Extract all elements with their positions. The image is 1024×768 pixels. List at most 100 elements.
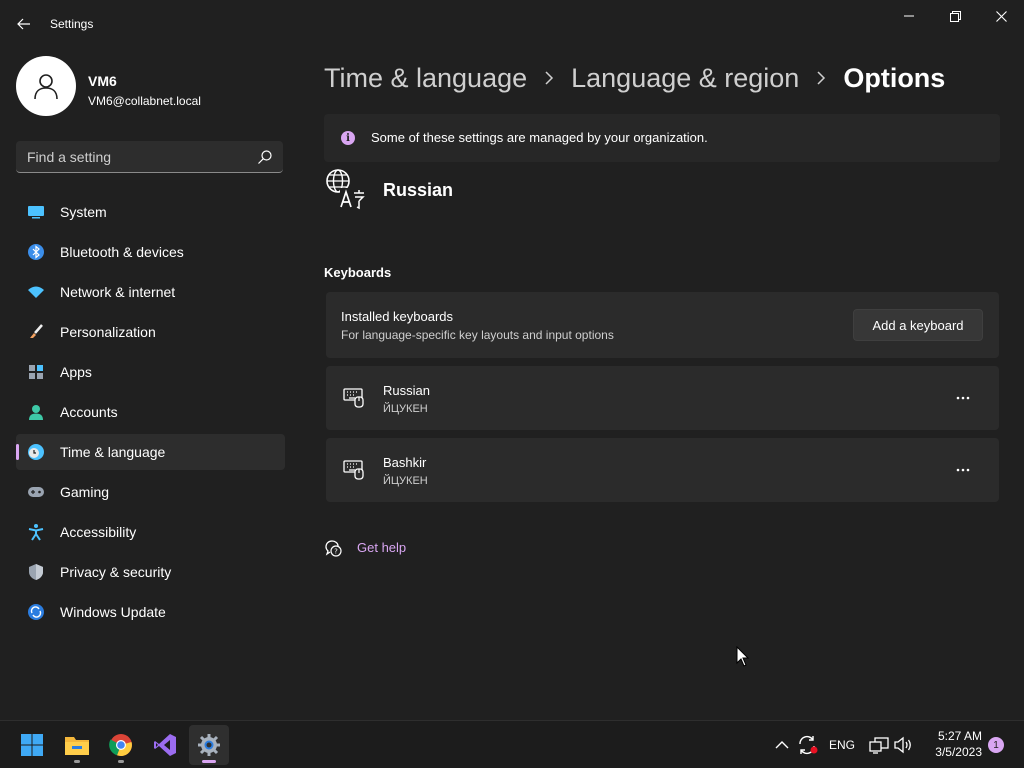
info-text: Some of these settings are managed by yo… (371, 130, 708, 145)
sidebar-item-label: Time & language (60, 444, 166, 460)
back-arrow-icon (17, 18, 30, 30)
volume-icon[interactable] (893, 736, 913, 754)
restore-button[interactable] (932, 0, 978, 32)
brush-icon (27, 324, 45, 340)
more-icon (956, 468, 970, 472)
keyboard-icon (343, 460, 364, 480)
taskbar-clock[interactable]: 5:27 AM 3/5/2023 (920, 729, 982, 759)
running-indicator (74, 760, 80, 763)
main-content: Time & language Language & region Option… (324, 48, 1000, 720)
sidebar-item-system[interactable]: System (16, 194, 285, 230)
search-input[interactable] (16, 141, 251, 172)
chevron-up-icon[interactable] (773, 737, 791, 753)
info-icon: i (341, 131, 355, 145)
chrome-icon (109, 734, 132, 757)
sync-icon[interactable] (797, 735, 819, 755)
installed-keyboards-title: Installed keyboards (341, 309, 454, 324)
title-bar: Settings (0, 0, 1024, 48)
user-name: VM6 (88, 73, 117, 89)
chevron-right-icon (799, 71, 843, 85)
search-box (16, 141, 283, 173)
breadcrumb-language-region[interactable]: Language & region (571, 63, 799, 94)
notification-badge[interactable]: 1 (988, 737, 1004, 753)
installed-keyboards-subtitle: For language-specific key layouts and in… (341, 328, 614, 342)
sidebar-item-accessibility[interactable]: Accessibility (16, 514, 285, 550)
language-icon (326, 169, 365, 210)
keyboard-name: Bashkir (383, 455, 427, 470)
sidebar-item-privacy[interactable]: Privacy & security (16, 554, 285, 590)
language-header: Russian (324, 166, 724, 214)
sidebar-item-gaming[interactable]: Gaming (16, 474, 285, 510)
get-help-link[interactable]: Get help (357, 540, 406, 555)
taskbar-file-explorer[interactable] (57, 725, 97, 765)
sidebar-item-label: Accounts (60, 404, 118, 420)
wifi-icon (27, 284, 45, 300)
update-icon (27, 604, 45, 620)
close-button[interactable] (978, 0, 1024, 32)
installed-keyboards-card: Installed keyboards For language-specifi… (326, 292, 999, 358)
page-title: Options (843, 62, 946, 93)
add-keyboard-button[interactable]: Add a keyboard (853, 309, 983, 341)
more-options-button[interactable] (947, 458, 979, 482)
start-button[interactable] (12, 725, 52, 765)
taskbar-visual-studio[interactable] (145, 725, 185, 765)
chevron-right-icon (527, 71, 571, 85)
sidebar-item-label: System (60, 204, 107, 220)
more-icon (956, 396, 970, 400)
keyboard-name: Russian (383, 383, 430, 398)
visual-studio-icon (154, 734, 176, 756)
user-card[interactable]: VM6 VM6@collabnet.local (16, 56, 296, 118)
sidebar-item-label: Apps (60, 364, 92, 380)
taskbar-settings[interactable] (189, 725, 229, 765)
sidebar-item-bluetooth[interactable]: Bluetooth & devices (16, 234, 285, 270)
sidebar-item-label: Network & internet (60, 284, 176, 300)
bluetooth-icon (27, 244, 45, 260)
restore-icon (949, 10, 961, 22)
breadcrumb: Time & language Language & region Option… (324, 58, 945, 98)
mouse-cursor-icon (736, 646, 750, 667)
search-icon[interactable] (257, 149, 273, 165)
sidebar-item-personalization[interactable]: Personalization (16, 314, 285, 350)
person-icon (34, 74, 58, 100)
get-help-row[interactable]: ? Get help (324, 536, 474, 560)
sidebar-item-label: Windows Update (60, 604, 166, 620)
system-icon (27, 204, 45, 220)
back-button[interactable] (12, 12, 36, 36)
more-options-button[interactable] (947, 386, 979, 410)
settings-icon (198, 734, 220, 756)
sidebar-item-windows-update[interactable]: Windows Update (16, 594, 285, 630)
sidebar-nav: System Bluetooth & devices Network & int… (16, 194, 285, 634)
sidebar: VM6 VM6@collabnet.local System Bluetooth… (0, 48, 300, 720)
sidebar-item-label: Gaming (60, 484, 110, 500)
sidebar-item-accounts[interactable]: Accounts (16, 394, 285, 430)
breadcrumb-time-language[interactable]: Time & language (324, 63, 527, 94)
sidebar-item-time-language[interactable]: Time & language (16, 434, 285, 470)
input-language-indicator[interactable]: ENG (829, 738, 855, 752)
language-name: Russian (383, 180, 454, 200)
running-indicator (118, 760, 124, 763)
minimize-button[interactable] (886, 0, 932, 32)
close-icon (995, 10, 1007, 22)
network-icon[interactable] (869, 736, 889, 754)
app-title: Settings (50, 17, 94, 31)
keyboards-section-label: Keyboards (324, 265, 392, 280)
taskbar: ENG 5:27 AM 3/5/2023 1 (0, 720, 1024, 768)
windows-start-icon (21, 734, 43, 756)
avatar (16, 56, 76, 116)
apps-icon (27, 364, 45, 380)
managed-info-bar: i Some of these settings are managed by … (324, 114, 1000, 162)
keyboard-item: Russian ЙЦУКЕН (326, 366, 999, 430)
minimize-icon (904, 15, 914, 17)
file-explorer-icon (65, 737, 89, 755)
taskbar-chrome[interactable] (101, 725, 141, 765)
keyboard-item: Bashkir ЙЦУКЕН (326, 438, 999, 502)
clock-date: 3/5/2023 (935, 745, 982, 759)
accounts-icon (27, 404, 45, 420)
svg-text:?: ? (334, 548, 338, 556)
keyboard-icon (343, 388, 364, 408)
sidebar-item-network[interactable]: Network & internet (16, 274, 285, 310)
sidebar-item-label: Privacy & security (60, 564, 172, 580)
user-email: VM6@collabnet.local (88, 94, 201, 108)
sidebar-item-apps[interactable]: Apps (16, 354, 285, 390)
keyboard-layout: ЙЦУКЕН (383, 475, 428, 487)
